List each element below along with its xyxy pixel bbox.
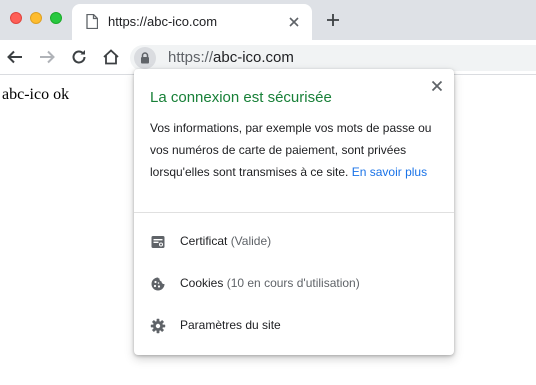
window-close-button[interactable] <box>10 12 22 24</box>
cookie-icon <box>150 276 166 297</box>
site-settings-label: Paramètres du site <box>180 318 281 332</box>
tab-title: https://abc-ico.com <box>108 14 218 29</box>
cookies-row-text: Cookies (10 en cours d'utilisation) <box>180 276 360 290</box>
lock-icon[interactable] <box>134 47 156 69</box>
url-text[interactable]: https://abc-ico.com <box>168 49 294 66</box>
certificate-label: Certificat <box>180 234 228 248</box>
popup-title: La connexion est sécurisée <box>150 89 332 106</box>
gear-icon <box>150 318 166 339</box>
cookies-label: Cookies <box>180 276 224 290</box>
window-maximize-button[interactable] <box>50 12 62 24</box>
page-icon <box>86 13 99 34</box>
cookies-count: (10 en cours d'utilisation) <box>226 276 360 290</box>
popup-description: Vos informations, par exemple vos mots d… <box>150 117 436 183</box>
site-info-popup: La connexion est sécurisée Vos informati… <box>134 69 454 355</box>
cookies-row[interactable]: Cookies (10 en cours d'utilisation) <box>134 264 454 304</box>
tab-strip: https://abc-ico.com <box>0 0 536 40</box>
certificate-status: (Valide) <box>230 234 272 248</box>
new-tab-icon[interactable] <box>326 13 340 32</box>
page-body-text: abc-ico ok <box>2 86 70 103</box>
browser-tab[interactable]: https://abc-ico.com <box>72 4 312 40</box>
certificate-row-text: Certificat (Valide) <box>180 234 271 248</box>
reload-icon[interactable] <box>70 48 88 71</box>
site-settings-row[interactable]: Paramètres du site <box>134 306 454 346</box>
home-icon[interactable] <box>102 48 120 71</box>
back-arrow-icon[interactable] <box>6 48 24 71</box>
certificate-row[interactable]: Certificat (Valide) <box>134 222 454 262</box>
learn-more-link[interactable]: En savoir plus <box>352 165 427 179</box>
address-bar[interactable]: https://abc-ico.com <box>130 45 536 71</box>
tab-close-icon[interactable] <box>288 15 300 33</box>
window-minimize-button[interactable] <box>30 12 42 24</box>
forward-arrow-icon[interactable] <box>38 48 56 71</box>
url-host: abc-ico.com <box>213 49 294 66</box>
url-scheme: https:// <box>168 49 214 66</box>
popup-close-icon[interactable] <box>431 79 443 97</box>
certificate-icon <box>150 234 166 255</box>
popup-divider <box>134 212 454 213</box>
